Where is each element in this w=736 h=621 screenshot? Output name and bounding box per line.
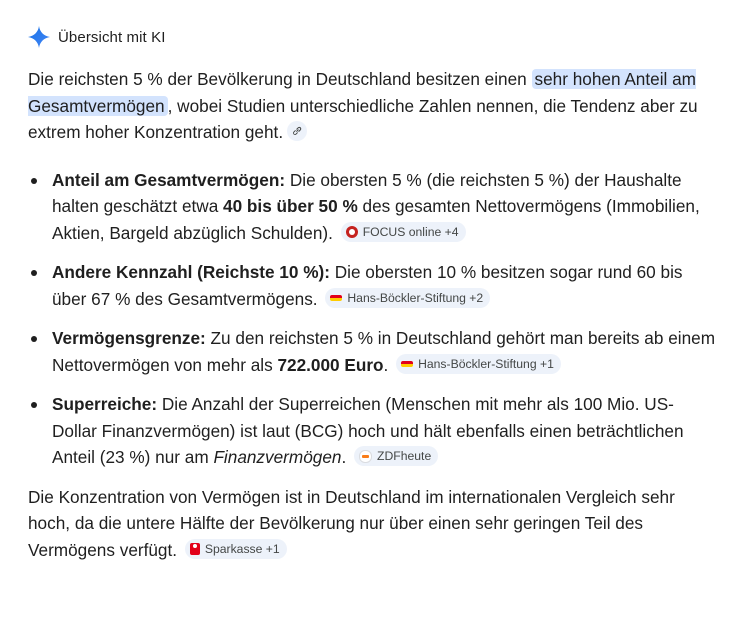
list-item-label: Superreiche:	[52, 394, 158, 414]
list-item: Vermögensgrenze: Zu den reichsten 5 % in…	[28, 325, 718, 378]
intro-paragraph: Die reichsten 5 % der Bevölkerung in Deu…	[28, 66, 718, 146]
list-item-text: .	[383, 354, 389, 375]
source-chip-zdf[interactable]: ZDFheute	[354, 446, 439, 467]
list-item-label: Vermögensgrenze:	[52, 328, 206, 348]
closing-text: Die Konzentration von Vermögen ist in De…	[28, 486, 675, 560]
hbs-logo-icon	[330, 294, 343, 301]
bullet-dot	[31, 177, 37, 184]
ai-overview-content: Die reichsten 5 % der Bevölkerung in Deu…	[28, 66, 718, 563]
list-item-label: Andere Kennzahl (Reichste 10 %):	[52, 262, 330, 282]
list-item-italic: Finanzvermögen	[213, 447, 342, 467]
source-chip-focus[interactable]: FOCUS online +4	[340, 221, 466, 242]
link-icon[interactable]	[287, 121, 308, 142]
source-chip-label: ZDFheute	[377, 449, 432, 464]
source-chip-label: Hans-Böckler-Stiftung +1	[418, 356, 554, 371]
ai-overview-title: Übersicht mit KI	[58, 28, 166, 46]
source-chip-label: FOCUS online +4	[362, 224, 459, 239]
intro-text-start: Die reichsten 5 % der Bevölkerung in Deu…	[28, 69, 532, 89]
bullet-list: Anteil am Gesamtvermögen: Die obersten 5…	[28, 167, 718, 471]
bullet-dot	[31, 336, 37, 342]
source-chip-label: Sparkasse +1	[204, 541, 280, 556]
focus-logo-icon	[345, 225, 358, 238]
list-item-label: Anteil am Gesamtvermögen:	[52, 169, 286, 190]
closing-paragraph: Die Konzentration von Vermögen ist in De…	[28, 484, 718, 564]
list-item: Andere Kennzahl (Reichste 10 %): Die obe…	[28, 259, 718, 312]
list-item: Superreiche: Die Anzahl der Superreichen…	[28, 391, 718, 471]
source-chip-hbs[interactable]: Hans-Böckler-Stiftung +1	[396, 353, 561, 374]
source-chip-hbs[interactable]: Hans-Böckler-Stiftung +2	[325, 287, 491, 308]
list-item-text: .	[341, 447, 347, 467]
source-chip-sparkasse[interactable]: Sparkasse +1	[184, 538, 287, 559]
zdf-logo-icon	[359, 449, 373, 463]
gemini-spark-icon	[28, 26, 50, 48]
hbs-logo-icon	[401, 360, 414, 367]
bullet-dot	[31, 270, 37, 276]
list-item-bold: 40 bis über 50 %	[223, 196, 358, 216]
list-item: Anteil am Gesamtvermögen: Die obersten 5…	[28, 167, 718, 247]
list-item-bold: 722.000 Euro	[277, 354, 384, 375]
ai-overview-header: Übersicht mit KI	[28, 26, 165, 48]
sparkasse-logo-icon	[189, 542, 200, 555]
bullet-dot	[31, 402, 37, 408]
source-chip-label: Hans-Böckler-Stiftung +2	[347, 290, 484, 305]
